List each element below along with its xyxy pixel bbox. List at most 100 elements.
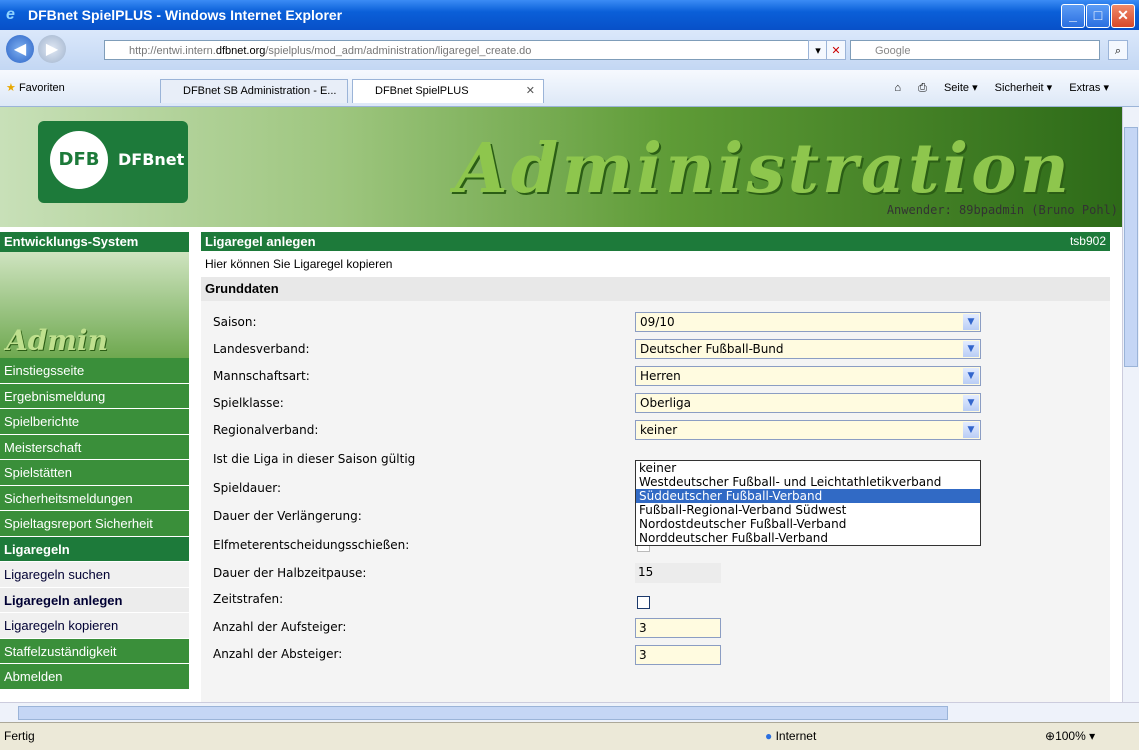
header-banner: DFB DFBnet Administration Anwender: 89bp… — [0, 107, 1122, 227]
url-input[interactable]: http://entwi.intern.dfbnet.org/spielplus… — [104, 40, 822, 60]
regionalverband-dropdown-list[interactable]: keiner Westdeutscher Fußball- und Leichta… — [635, 460, 981, 546]
horizontal-scroll-thumb[interactable] — [18, 706, 948, 720]
tab-administration[interactable]: DFBnet SB Administration - E... — [160, 79, 348, 103]
spielklasse-label: Spielklasse: — [213, 396, 284, 410]
mannschaftsart-value: Herren — [640, 369, 681, 383]
zoom-icon: ⊕ — [1045, 729, 1056, 743]
sidebar-item[interactable]: Ligaregeln suchen — [0, 562, 189, 588]
dropdown-option[interactable]: Nordostdeutscher Fußball-Verband — [636, 517, 980, 531]
chevron-down-icon[interactable]: ▼ — [963, 314, 979, 330]
sidebar-item: Ligaregeln — [0, 536, 189, 562]
zoom-level: 100% — [1055, 729, 1086, 743]
vertical-scroll-thumb[interactable] — [1124, 127, 1138, 367]
tab-label: DFBnet SpielPLUS — [375, 85, 469, 97]
sidebar-item[interactable]: Spielberichte — [0, 409, 189, 435]
sidebar-item[interactable]: Ligaregeln anlegen — [0, 587, 189, 613]
minimize-button[interactable]: _ — [1061, 4, 1085, 28]
home-icon[interactable]: ⌂ — [894, 82, 901, 94]
status-bar: Fertig ● Internet ⊕100% ▾ — [0, 722, 1139, 750]
regionalverband-value: keiner — [640, 423, 678, 437]
search-icon[interactable]: ⌕ — [1108, 40, 1128, 60]
url-suffix: /spielplus/mod_adm/administration/ligare… — [265, 45, 532, 57]
spielklasse-value: Oberliga — [640, 396, 692, 410]
dfbnet-logo[interactable]: DFB DFBnet — [38, 121, 188, 203]
stop-icon[interactable]: ✕ — [826, 40, 846, 60]
dropdown-icon[interactable]: ▾ — [808, 40, 828, 60]
grunddaten-form: Saison: 09/10 ▼ Landesverband: Deutscher … — [201, 301, 1110, 702]
page-menu[interactable]: Seite ▾ — [944, 82, 978, 94]
dropdown-option[interactable]: Fußball-Regional-Verband Südwest — [636, 503, 980, 517]
sidebar-item[interactable]: Abmelden — [0, 664, 189, 690]
main-content: Ligaregel anlegen tsb902 Hier können Sie… — [201, 232, 1110, 702]
zone-label: Internet — [775, 729, 817, 743]
security-menu[interactable]: Sicherheit ▾ — [995, 82, 1053, 94]
tab-spielplus[interactable]: DFBnet SpielPLUS ✕ — [352, 79, 544, 103]
dfb-emblem-icon: DFB — [50, 131, 108, 189]
zoom-control[interactable]: ⊕100% ▾ — [1045, 729, 1095, 743]
spielklasse-select[interactable]: Oberliga ▼ — [635, 393, 981, 413]
sidebar-item[interactable]: Sicherheitsmeldungen — [0, 485, 189, 511]
maximize-button[interactable]: □ — [1086, 4, 1110, 28]
globe-icon: ● — [765, 729, 773, 743]
banner-title: Administration — [455, 129, 1072, 209]
window-title: DFBnet SpielPLUS - Windows Internet Expl… — [28, 7, 343, 23]
sidebar-image-text: Admin — [6, 324, 108, 357]
sidebar-item[interactable]: Einstiegsseite — [0, 358, 189, 384]
saison-label: Saison: — [213, 315, 257, 329]
back-icon[interactable]: ◀ — [6, 35, 34, 63]
saison-select[interactable]: 09/10 ▼ — [635, 312, 981, 332]
search-input[interactable]: Google — [850, 40, 1100, 60]
sidebar-item[interactable]: Spieltagsreport Sicherheit — [0, 511, 189, 537]
star-icon: ★ — [6, 82, 16, 94]
chevron-down-icon[interactable]: ▼ — [963, 395, 979, 411]
halbzeit-value: 15 — [635, 563, 721, 583]
print-icon[interactable]: ⎙ — [918, 82, 927, 94]
sidebar-item[interactable]: Staffelzuständigkeit — [0, 638, 189, 664]
landesverband-label: Landesverband: — [213, 342, 310, 356]
sidebar-item[interactable]: Ligaregeln kopieren — [0, 613, 189, 639]
screen-code: tsb902 — [1069, 234, 1106, 248]
close-button[interactable]: ✕ — [1111, 4, 1135, 28]
regionalverband-select[interactable]: keiner ▼ — [635, 420, 981, 440]
section-title: Grunddaten — [201, 277, 1110, 301]
vertical-scrollbar[interactable] — [1122, 107, 1139, 702]
aufsteiger-input[interactable]: 3 — [635, 618, 721, 638]
extras-menu[interactable]: Extras ▾ — [1069, 82, 1109, 94]
favorites-button[interactable]: ★ Favoriten — [6, 81, 65, 94]
dropdown-option[interactable]: Westdeutscher Fußball- und Leichtathleti… — [636, 475, 980, 489]
gueltig-label: Ist die Liga in dieser Saison gültig — [213, 452, 416, 466]
chevron-down-icon[interactable]: ▼ — [963, 422, 979, 438]
halbzeit-label: Dauer der Halbzeitpause: — [213, 566, 367, 580]
logo-text: DFBnet — [118, 150, 185, 169]
absteiger-input[interactable]: 3 — [635, 645, 721, 665]
verlaengerung-label: Dauer der Verlängerung: — [213, 509, 362, 523]
dropdown-option[interactable]: keiner — [636, 461, 980, 475]
chevron-down-icon[interactable]: ▼ — [963, 368, 979, 384]
user-info: Anwender: 89bpadmin (Bruno Pohl) — [886, 203, 1118, 217]
ie-logo-icon: e — [6, 6, 15, 23]
elfmeter-label: Elfmeterentscheidungsschießen: — [213, 538, 410, 552]
sidebar-item[interactable]: Meisterschaft — [0, 434, 189, 460]
tab-label: DFBnet SB Administration - E... — [183, 85, 337, 97]
address-bar: ◀ ▶ http://entwi.intern.dfbnet.org/spiel… — [0, 30, 1139, 71]
aufsteiger-label: Anzahl der Aufsteiger: — [213, 620, 347, 634]
sidebar-header: Entwicklungs-System — [0, 232, 189, 252]
spieldauer-label: Spieldauer: — [213, 481, 282, 495]
sidebar-item[interactable]: Spielstätten — [0, 460, 189, 486]
landesverband-select[interactable]: Deutscher Fußball-Bund ▼ — [635, 339, 981, 359]
url-prefix: http://entwi.intern. — [129, 45, 216, 57]
horizontal-scrollbar[interactable] — [0, 702, 1139, 723]
forward-icon[interactable]: ▶ — [38, 35, 66, 63]
zeitstrafen-label: Zeitstrafen: — [213, 592, 284, 606]
intro-text: Hier können Sie Ligaregel kopieren — [205, 257, 393, 271]
sidebar: Entwicklungs-System Admin Einstiegsseite… — [0, 232, 189, 702]
tab-close-icon[interactable]: ✕ — [526, 80, 535, 102]
dropdown-option[interactable]: Süddeutscher Fußball-Verband — [636, 489, 980, 503]
mannschaftsart-select[interactable]: Herren ▼ — [635, 366, 981, 386]
absteiger-label: Anzahl der Absteiger: — [213, 647, 343, 661]
url-domain: dfbnet.org — [215, 45, 266, 57]
dropdown-option[interactable]: Norddeutscher Fußball-Verband — [636, 531, 980, 545]
zeitstrafen-checkbox[interactable] — [637, 596, 650, 609]
chevron-down-icon[interactable]: ▼ — [963, 341, 979, 357]
sidebar-item[interactable]: Ergebnismeldung — [0, 383, 189, 409]
